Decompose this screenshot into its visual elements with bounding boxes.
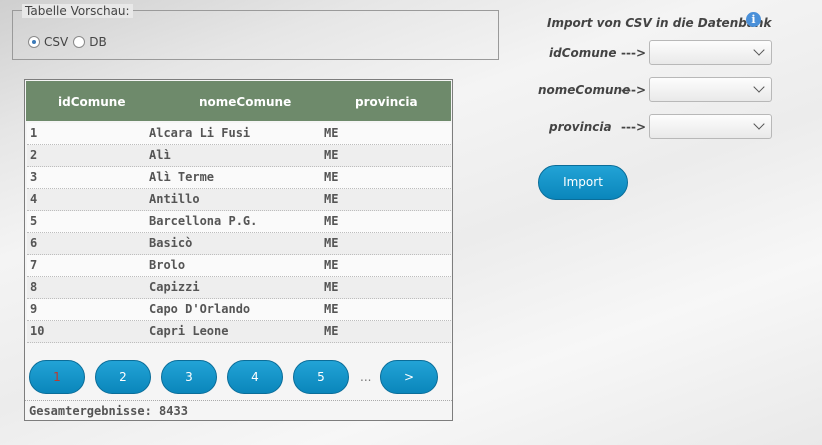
select-idcomune[interactable] xyxy=(649,40,772,65)
cell-provincia: ME xyxy=(324,192,339,206)
info-icon[interactable]: i xyxy=(746,12,761,27)
cell-provincia: ME xyxy=(324,170,339,184)
cell-nomecomune: Capri Leone xyxy=(149,324,229,338)
page-button-2[interactable]: 2 xyxy=(95,360,151,394)
table-body: 1 Alcara Li Fusi ME 2 Alì ME 3 Alì Terme ME 4 A… xyxy=(27,123,451,343)
mapping-arrow: ---> xyxy=(621,46,646,60)
cell-nomecomune: Basicò xyxy=(149,236,193,250)
cell-nomecomune: Alì Terme xyxy=(149,170,215,184)
table-panel: idComune nomeComune provincia 1 Alcara Li… xyxy=(24,79,453,421)
table-row[interactable]: 8 Capizzi ME xyxy=(27,277,451,299)
cell-nomecomune: Antillo xyxy=(149,192,200,206)
cell-provincia: ME xyxy=(324,126,339,140)
column-header-idcomune[interactable]: idComune xyxy=(58,95,125,109)
select-nomecomune[interactable] xyxy=(649,77,772,102)
chevron-down-icon xyxy=(753,118,765,130)
chevron-down-icon xyxy=(753,44,765,56)
preview-fieldset: Tabelle Vorschau: CSV DB xyxy=(12,4,499,60)
cell-provincia: ME xyxy=(324,236,339,250)
cell-provincia: ME xyxy=(324,148,339,162)
cell-nomecomune: Barcellona P.G. xyxy=(149,214,258,228)
cell-provincia: ME xyxy=(324,302,339,316)
cell-nomecomune: Brolo xyxy=(149,258,186,272)
import-title: Import von CSV in die Datenbank xyxy=(547,16,772,30)
table-row[interactable]: 10 Capri Leone ME xyxy=(27,321,451,343)
table-row[interactable]: 6 Basicò ME xyxy=(27,233,451,255)
cell-idcomune: 4 xyxy=(30,192,38,206)
cell-nomecomune: Alì xyxy=(149,148,171,162)
table-row[interactable]: 2 Alì ME xyxy=(27,145,451,167)
table-row[interactable]: 9 Capo D'Orlando ME xyxy=(27,299,451,321)
table-row[interactable]: 4 Antillo ME xyxy=(27,189,451,211)
cell-idcomune: 1 xyxy=(30,126,38,140)
page-button-3[interactable]: 3 xyxy=(161,360,217,394)
page-button-1[interactable]: 1 xyxy=(29,360,85,394)
cell-provincia: ME xyxy=(324,280,339,294)
page-ellipsis: ... xyxy=(360,370,372,384)
table-header: idComune nomeComune provincia xyxy=(26,81,451,121)
cell-idcomune: 6 xyxy=(30,236,38,250)
field-label-nomecomune: nomeComune xyxy=(538,83,631,97)
mapping-arrow: ---> xyxy=(621,120,646,134)
cell-idcomune: 2 xyxy=(30,148,38,162)
cell-provincia: ME xyxy=(324,258,339,272)
cell-idcomune: 5 xyxy=(30,214,38,228)
preview-legend: Tabelle Vorschau: xyxy=(22,4,133,18)
mapping-arrow: ---> xyxy=(621,83,646,97)
preview-options: CSV DB xyxy=(28,35,112,49)
select-provincia[interactable] xyxy=(649,114,772,139)
csv-radio-label[interactable]: CSV xyxy=(44,35,68,49)
table-row[interactable]: 7 Brolo ME xyxy=(27,255,451,277)
cell-provincia: ME xyxy=(324,324,339,338)
db-radio-label[interactable]: DB xyxy=(89,35,106,49)
cell-idcomune: 9 xyxy=(30,302,38,316)
column-header-provincia[interactable]: provincia xyxy=(355,95,418,109)
import-button[interactable]: Import xyxy=(538,165,628,200)
page-button-5[interactable]: 5 xyxy=(293,360,349,394)
table-row[interactable]: 1 Alcara Li Fusi ME xyxy=(27,123,451,145)
total-results: Gesamtergebnisse: 8433 xyxy=(25,400,452,418)
cell-nomecomune: Alcara Li Fusi xyxy=(149,126,251,140)
column-header-nomecomune[interactable]: nomeComune xyxy=(199,95,291,109)
cell-idcomune: 3 xyxy=(30,170,38,184)
cell-nomecomune: Capo D'Orlando xyxy=(149,302,251,316)
cell-idcomune: 10 xyxy=(30,324,45,338)
table-row[interactable]: 3 Alì Terme ME xyxy=(27,167,451,189)
next-page-button[interactable]: > xyxy=(380,360,438,394)
cell-nomecomune: Capizzi xyxy=(149,280,200,294)
cell-idcomune: 8 xyxy=(30,280,38,294)
cell-idcomune: 7 xyxy=(30,258,38,272)
field-label-provincia: provincia xyxy=(549,120,612,134)
cell-provincia: ME xyxy=(324,214,339,228)
db-radio[interactable] xyxy=(73,36,86,48)
table-row[interactable]: 5 Barcellona P.G. ME xyxy=(27,211,451,233)
csv-radio[interactable] xyxy=(28,36,40,48)
field-label-idcomune: idComune xyxy=(549,46,617,60)
page-button-4[interactable]: 4 xyxy=(227,360,283,394)
chevron-down-icon xyxy=(753,81,765,93)
